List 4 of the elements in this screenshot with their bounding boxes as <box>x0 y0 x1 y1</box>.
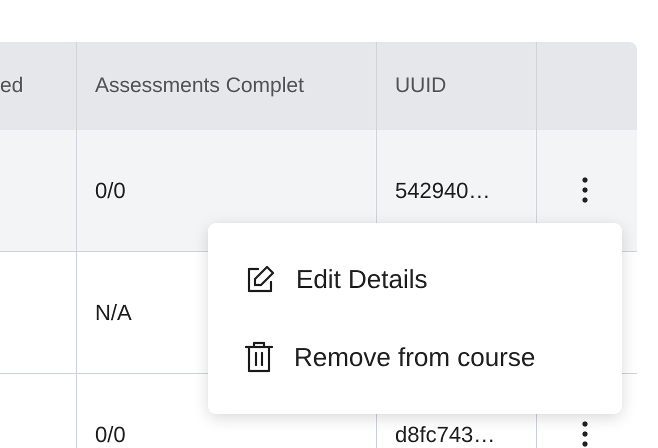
column-header: UUID <box>377 42 537 130</box>
column-header: Assessments Complet <box>77 42 377 130</box>
column-header: ed <box>0 42 77 130</box>
trash-icon <box>244 340 274 374</box>
